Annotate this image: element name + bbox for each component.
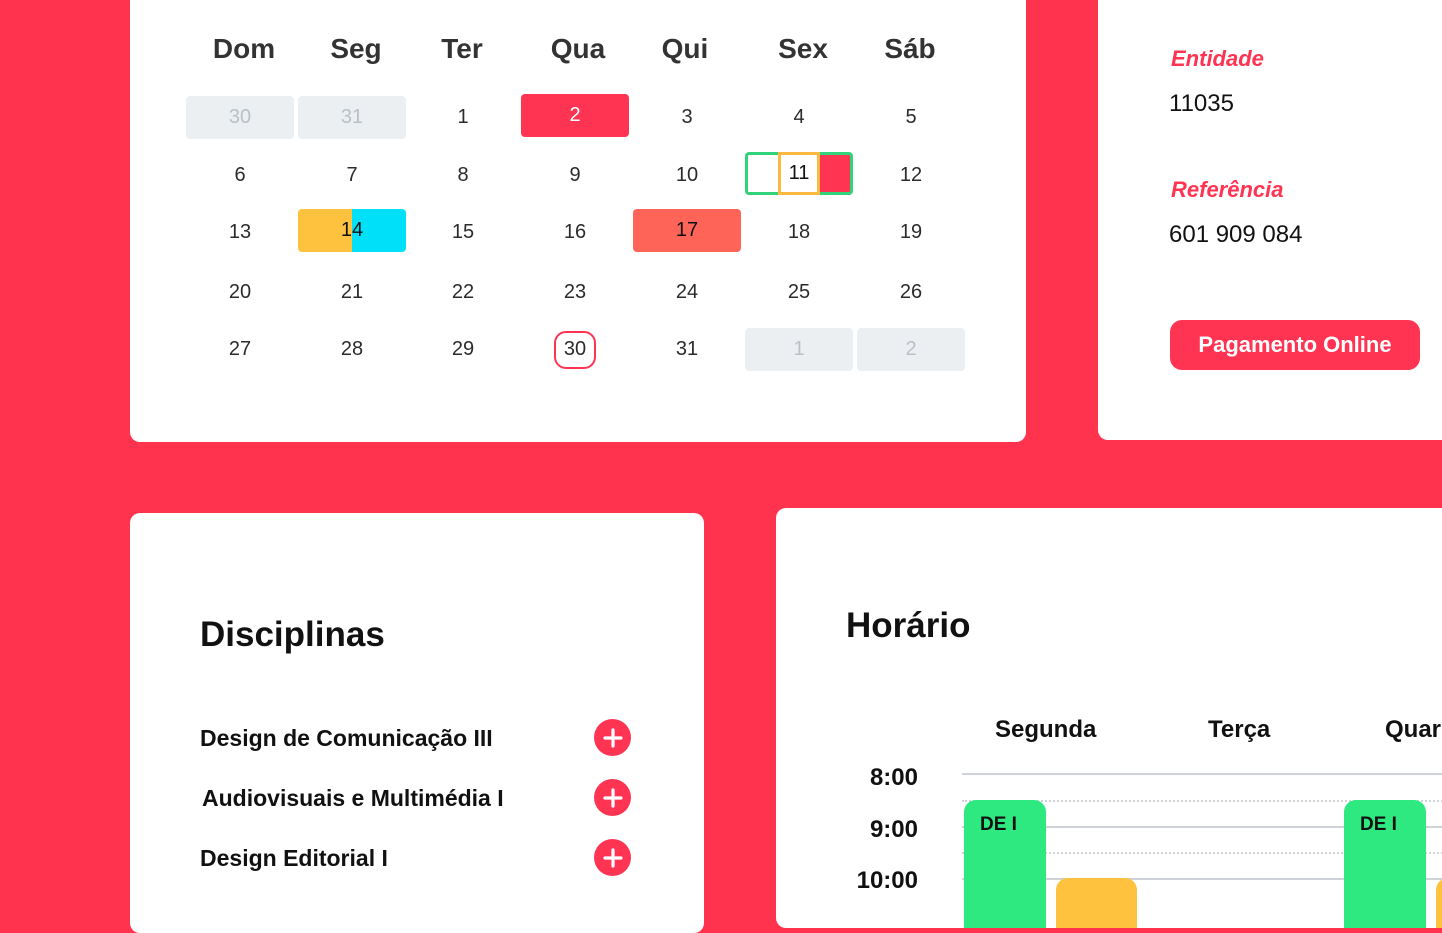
- calendar-day[interactable]: 2: [857, 328, 965, 371]
- reference-label: Referência: [1171, 177, 1284, 202]
- calendar-day[interactable]: 12: [857, 154, 965, 197]
- schedule-event[interactable]: DE I: [964, 800, 1046, 928]
- calendar-day[interactable]: 27: [186, 328, 294, 371]
- schedule-title: Horário: [846, 606, 971, 645]
- disciplines-card: Disciplinas Design de Comunicação III Au…: [130, 513, 704, 933]
- hour-line: [962, 773, 1442, 775]
- calendar-day[interactable]: 19: [857, 211, 965, 254]
- calendar-day[interactable]: 23: [521, 271, 629, 314]
- plus-icon: [602, 727, 623, 748]
- schedule-day-wednesday: Quar: [1385, 716, 1442, 743]
- calendar-day[interactable]: 11: [745, 152, 853, 195]
- plus-icon: [602, 787, 623, 808]
- calendar-day[interactable]: 4: [745, 96, 853, 139]
- calendar-grid: 30 31 1 2 3 4 5 6 7 8 9 10 11 12 13 14 15 16 17 18 19 20 21 22 2…: [130, 0, 1026, 442]
- calendar-day[interactable]: 13: [186, 211, 294, 254]
- calendar-day[interactable]: 30: [186, 96, 294, 139]
- time-label: 8:00: [869, 764, 918, 791]
- entity-value: 11035: [1169, 90, 1234, 117]
- discipline-row: Design Editorial I: [200, 839, 640, 879]
- schedule-event[interactable]: DE I: [1344, 800, 1426, 928]
- calendar-day[interactable]: 8: [409, 154, 517, 197]
- calendar-day[interactable]: 15: [409, 211, 517, 254]
- calendar-day[interactable]: 31: [633, 328, 741, 371]
- schedule-event[interactable]: [1436, 878, 1442, 928]
- add-discipline-button[interactable]: [594, 839, 631, 876]
- discipline-name: Design de Comunicação III: [200, 725, 493, 751]
- discipline-row: Audiovisuais e Multimédia I: [200, 779, 640, 819]
- calendar-day[interactable]: 9: [521, 154, 629, 197]
- calendar-day[interactable]: 1: [745, 328, 853, 371]
- calendar-day[interactable]: 10: [633, 154, 741, 197]
- disciplines-title: Disciplinas: [200, 615, 385, 654]
- add-discipline-button[interactable]: [594, 779, 631, 816]
- calendar-day-number: 11: [778, 152, 820, 195]
- calendar-day[interactable]: 18: [745, 211, 853, 254]
- entity-label: Entidade: [1171, 46, 1264, 71]
- calendar-day[interactable]: 16: [521, 211, 629, 254]
- discipline-row: Design de Comunicação III: [200, 719, 640, 759]
- calendar-day[interactable]: 6: [186, 154, 294, 197]
- calendar-day[interactable]: 21: [298, 271, 406, 314]
- discipline-name: Audiovisuais e Multimédia I: [202, 785, 504, 811]
- calendar-day[interactable]: 28: [298, 328, 406, 371]
- calendar-card: Dom Seg Ter Qua Qui Sex Sáb 30 31 1 2 3 4 5 6 7 8…: [130, 0, 1026, 442]
- schedule-day-tuesday: Terça: [1208, 716, 1271, 743]
- online-payment-button[interactable]: Pagamento Online: [1170, 320, 1420, 370]
- plus-icon: [602, 847, 623, 868]
- calendar-day[interactable]: 31: [298, 96, 406, 139]
- calendar-day[interactable]: 7: [298, 154, 406, 197]
- calendar-day[interactable]: 25: [745, 271, 853, 314]
- calendar-day[interactable]: 1: [409, 96, 517, 139]
- calendar-day[interactable]: 20: [186, 271, 294, 314]
- calendar-day[interactable]: 30: [521, 328, 629, 371]
- reference-value: 601 909 084: [1169, 221, 1303, 248]
- calendar-day[interactable]: 2: [521, 94, 629, 137]
- discipline-name: Design Editorial I: [200, 845, 388, 871]
- calendar-day[interactable]: 22: [409, 271, 517, 314]
- calendar-day[interactable]: 17: [633, 209, 741, 252]
- payment-card: Entidade 11035 Referência 601 909 084 Pa…: [1098, 0, 1442, 440]
- calendar-day[interactable]: 24: [633, 271, 741, 314]
- calendar-day[interactable]: 14: [298, 209, 406, 252]
- schedule-event[interactable]: [1056, 878, 1137, 928]
- calendar-day[interactable]: 29: [409, 328, 517, 371]
- time-label: 9:00: [869, 816, 918, 843]
- schedule-card: Horário Segunda Terça Quar 8:00 9:00 10:…: [776, 508, 1442, 928]
- calendar-day[interactable]: 5: [857, 96, 965, 139]
- schedule-day-monday: Segunda: [995, 716, 1097, 743]
- add-discipline-button[interactable]: [594, 719, 631, 756]
- calendar-day[interactable]: 3: [633, 96, 741, 139]
- time-label: 10:00: [856, 867, 918, 894]
- calendar-day[interactable]: 26: [857, 271, 965, 314]
- calendar-day-number: 30: [554, 330, 596, 369]
